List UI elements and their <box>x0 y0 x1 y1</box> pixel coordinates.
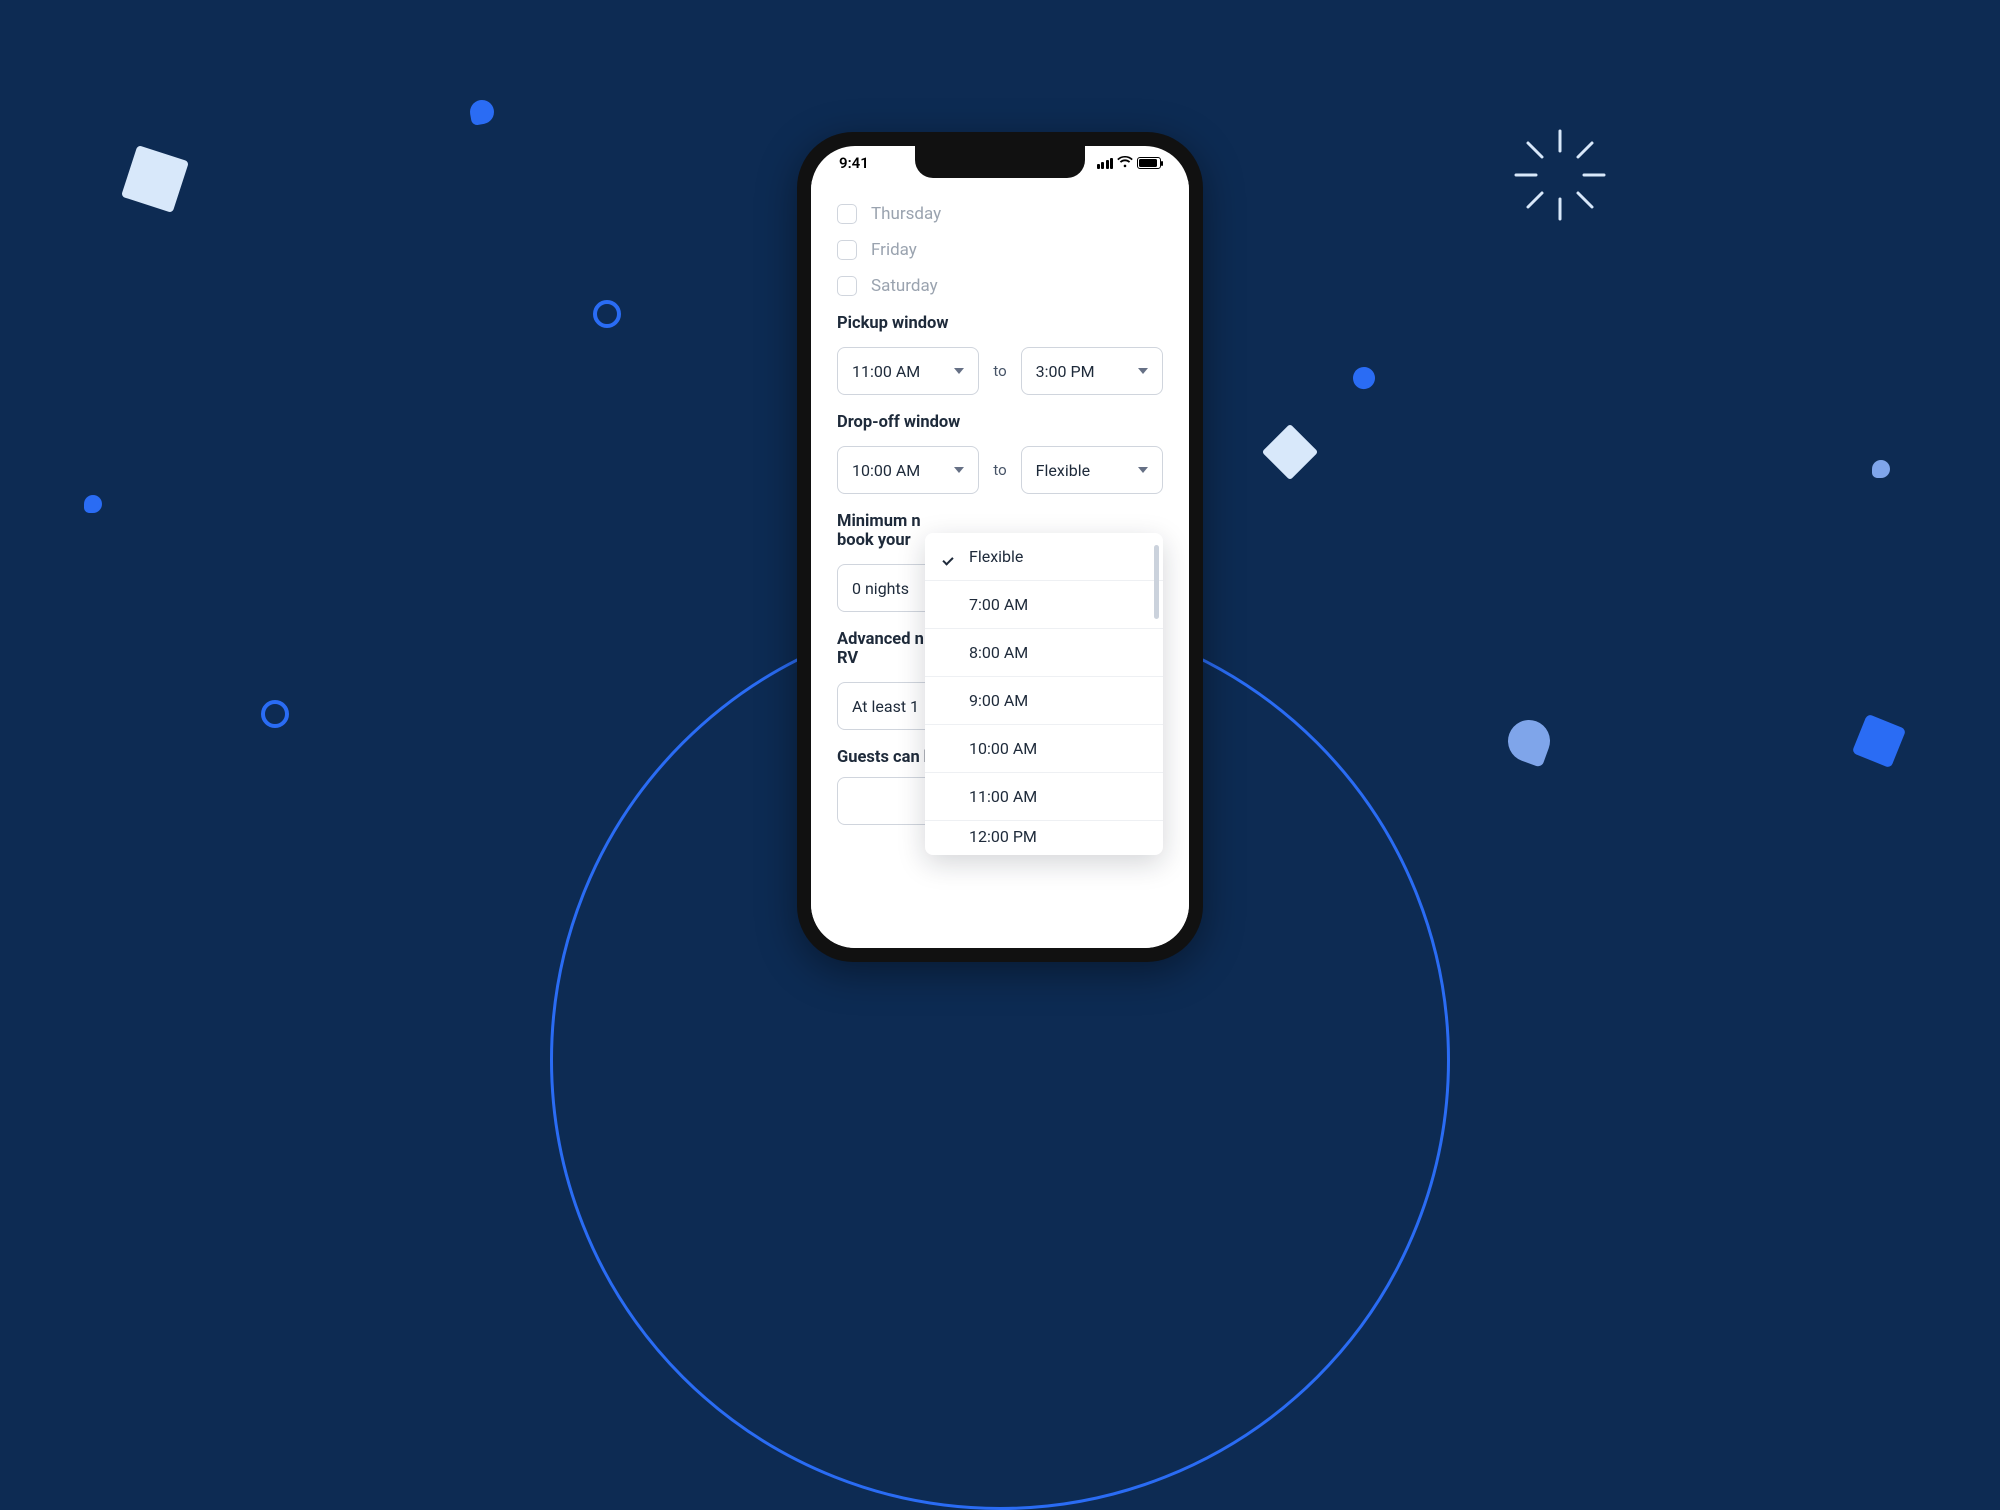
phone-screen: 9:41 Thursday Friday Saturday <box>811 146 1189 948</box>
battery-icon <box>1137 157 1161 169</box>
bg-shape-blob <box>84 495 102 513</box>
bg-shape-square <box>1262 424 1319 481</box>
check-icon <box>943 549 959 565</box>
wifi-icon <box>1117 154 1133 172</box>
select-value: At least 1 <box>852 697 919 716</box>
bg-shape-blob <box>1351 365 1377 391</box>
dropdown-option[interactable]: 8:00 AM <box>925 629 1163 677</box>
select-value: 0 nights <box>852 579 909 598</box>
phone-device-frame: 9:41 Thursday Friday Saturday <box>797 132 1203 962</box>
bg-shape-square <box>121 145 189 213</box>
phone-notch <box>915 146 1085 178</box>
bg-shape-blob <box>468 98 496 126</box>
scrollbar[interactable] <box>1154 545 1159 619</box>
chevron-down-icon <box>1138 467 1148 473</box>
pickup-window-label: Pickup window <box>837 314 1163 333</box>
dropdown-option-flexible[interactable]: Flexible <box>925 533 1163 581</box>
select-value: 10:00 AM <box>852 461 920 480</box>
chevron-down-icon <box>954 368 964 374</box>
option-label: 12:00 PM <box>969 827 1037 846</box>
range-separator: to <box>993 461 1006 479</box>
day-label: Thursday <box>871 204 941 224</box>
bg-shape-blob <box>1872 460 1890 478</box>
day-checkbox-friday[interactable]: Friday <box>837 240 1163 260</box>
option-label: 11:00 AM <box>969 787 1037 806</box>
select-value: 11:00 AM <box>852 362 920 381</box>
day-checkbox-saturday[interactable]: Saturday <box>837 276 1163 296</box>
settings-screen: Thursday Friday Saturday Pickup window 1… <box>811 180 1189 948</box>
dropdown-option[interactable]: 9:00 AM <box>925 677 1163 725</box>
option-label: 7:00 AM <box>969 595 1028 614</box>
option-label: 9:00 AM <box>969 691 1028 710</box>
dropdown-option[interactable]: 11:00 AM <box>925 773 1163 821</box>
dropdown-option[interactable]: 7:00 AM <box>925 581 1163 629</box>
status-time: 9:41 <box>839 154 869 172</box>
option-label: 10:00 AM <box>969 739 1037 758</box>
spark-icon <box>1510 125 1610 225</box>
select-value: 3:00 PM <box>1036 362 1095 381</box>
range-separator: to <box>993 362 1006 380</box>
bg-shape-ring <box>593 300 621 328</box>
option-label: 8:00 AM <box>969 643 1028 662</box>
day-label: Friday <box>871 240 917 260</box>
option-label: Flexible <box>969 547 1023 566</box>
bg-shape-ring <box>261 700 289 728</box>
dropdown-option[interactable]: 10:00 AM <box>925 725 1163 773</box>
select-value: Flexible <box>1036 461 1090 480</box>
dropdown-option[interactable]: 12:00 PM <box>925 821 1163 855</box>
chevron-down-icon <box>954 467 964 473</box>
time-dropdown-menu: Flexible 7:00 AM 8:00 AM 9:00 AM 10:00 A… <box>925 533 1163 855</box>
pickup-from-select[interactable]: 11:00 AM <box>837 347 979 395</box>
dropoff-from-select[interactable]: 10:00 AM <box>837 446 979 494</box>
pickup-to-select[interactable]: 3:00 PM <box>1021 347 1163 395</box>
checkbox-icon <box>837 240 857 260</box>
day-label: Saturday <box>871 276 938 296</box>
checkbox-icon <box>837 276 857 296</box>
day-checkbox-thursday[interactable]: Thursday <box>837 204 1163 224</box>
cellular-icon <box>1097 158 1114 169</box>
chevron-down-icon <box>1138 368 1148 374</box>
dropoff-to-select[interactable]: Flexible <box>1021 446 1163 494</box>
dropoff-window-label: Drop-off window <box>837 413 1163 432</box>
checkbox-icon <box>837 204 857 224</box>
bg-shape-triangle <box>1502 714 1556 768</box>
bg-shape-square <box>1852 714 1907 769</box>
